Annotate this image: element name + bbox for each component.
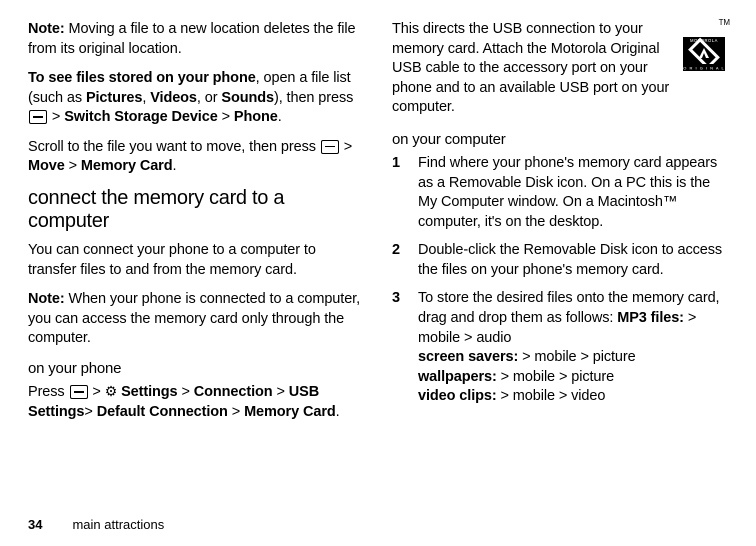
subheading-on-computer: on your computer bbox=[392, 130, 728, 150]
subheading-on-phone: on your phone bbox=[28, 359, 364, 379]
default-connection-label: Default Connection bbox=[97, 404, 228, 420]
settings-label: Settings bbox=[117, 384, 177, 400]
step-1: Find where your phone's memory card appe… bbox=[392, 154, 728, 232]
memory-card-label: Memory Card bbox=[244, 404, 336, 420]
see-files-lead: To see files stored on your phone bbox=[28, 70, 256, 86]
usb-directs-para: TM MOTOROLA O R I G I N A L This directs… bbox=[392, 20, 728, 118]
wallpapers-label: wallpapers: bbox=[418, 369, 497, 385]
section-label: main attractions bbox=[72, 517, 164, 532]
menu-key-icon bbox=[321, 140, 339, 154]
note-moving-file: Note: Moving a file to a new location de… bbox=[28, 20, 364, 59]
right-column: TM MOTOROLA O R I G I N A L This directs… bbox=[392, 20, 728, 510]
screen-savers-label: screen savers: bbox=[418, 349, 518, 365]
connection-label: Connection bbox=[194, 384, 273, 400]
menu-key-icon bbox=[70, 385, 88, 399]
menu-key-icon bbox=[29, 110, 47, 124]
move-label: Move bbox=[28, 158, 65, 174]
videos-label: Videos bbox=[150, 90, 197, 106]
pictures-label: Pictures bbox=[86, 90, 142, 106]
press-sequence: Press > ⚙ Settings > Connection > USB Se… bbox=[28, 383, 364, 422]
note-text: Moving a file to a new location deletes … bbox=[28, 21, 355, 57]
mp3-files-label: MP3 files: bbox=[617, 310, 684, 326]
step-2: Double-click the Removable Disk icon to … bbox=[392, 241, 728, 280]
see-files-para: To see files stored on your phone, open … bbox=[28, 69, 364, 128]
phone-label: Phone bbox=[234, 109, 278, 125]
note-connected: Note: When your phone is connected to a … bbox=[28, 290, 364, 349]
switch-storage-label: Switch Storage Device bbox=[64, 109, 217, 125]
page-number: 34 bbox=[28, 517, 42, 532]
page-footer: 34 main attractions bbox=[28, 517, 164, 532]
heading-connect: connect the memory card to a computer bbox=[28, 187, 364, 233]
note-label: Note: bbox=[28, 291, 65, 307]
memory-card-label: Memory Card bbox=[81, 158, 173, 174]
note-text: When your phone is connected to a comput… bbox=[28, 291, 360, 346]
settings-icon: ⚙ bbox=[105, 383, 117, 399]
svg-text:O R I G I N A L: O R I G I N A L bbox=[683, 65, 724, 70]
motorola-original-logo: TM MOTOROLA O R I G I N A L bbox=[682, 20, 728, 75]
motorola-logo-icon: MOTOROLA O R I G I N A L bbox=[682, 31, 726, 75]
step-3: To store the desired files onto the memo… bbox=[392, 289, 728, 406]
sounds-label: Sounds bbox=[221, 90, 274, 106]
note-label: Note: bbox=[28, 21, 65, 37]
scroll-para: Scroll to the file you want to move, the… bbox=[28, 138, 364, 177]
left-column: Note: Moving a file to a new location de… bbox=[28, 20, 364, 510]
connect-intro: You can connect your phone to a computer… bbox=[28, 241, 364, 280]
tm-mark: TM bbox=[719, 18, 730, 29]
steps-list: Find where your phone's memory card appe… bbox=[392, 154, 728, 407]
video-clips-label: video clips: bbox=[418, 388, 497, 404]
